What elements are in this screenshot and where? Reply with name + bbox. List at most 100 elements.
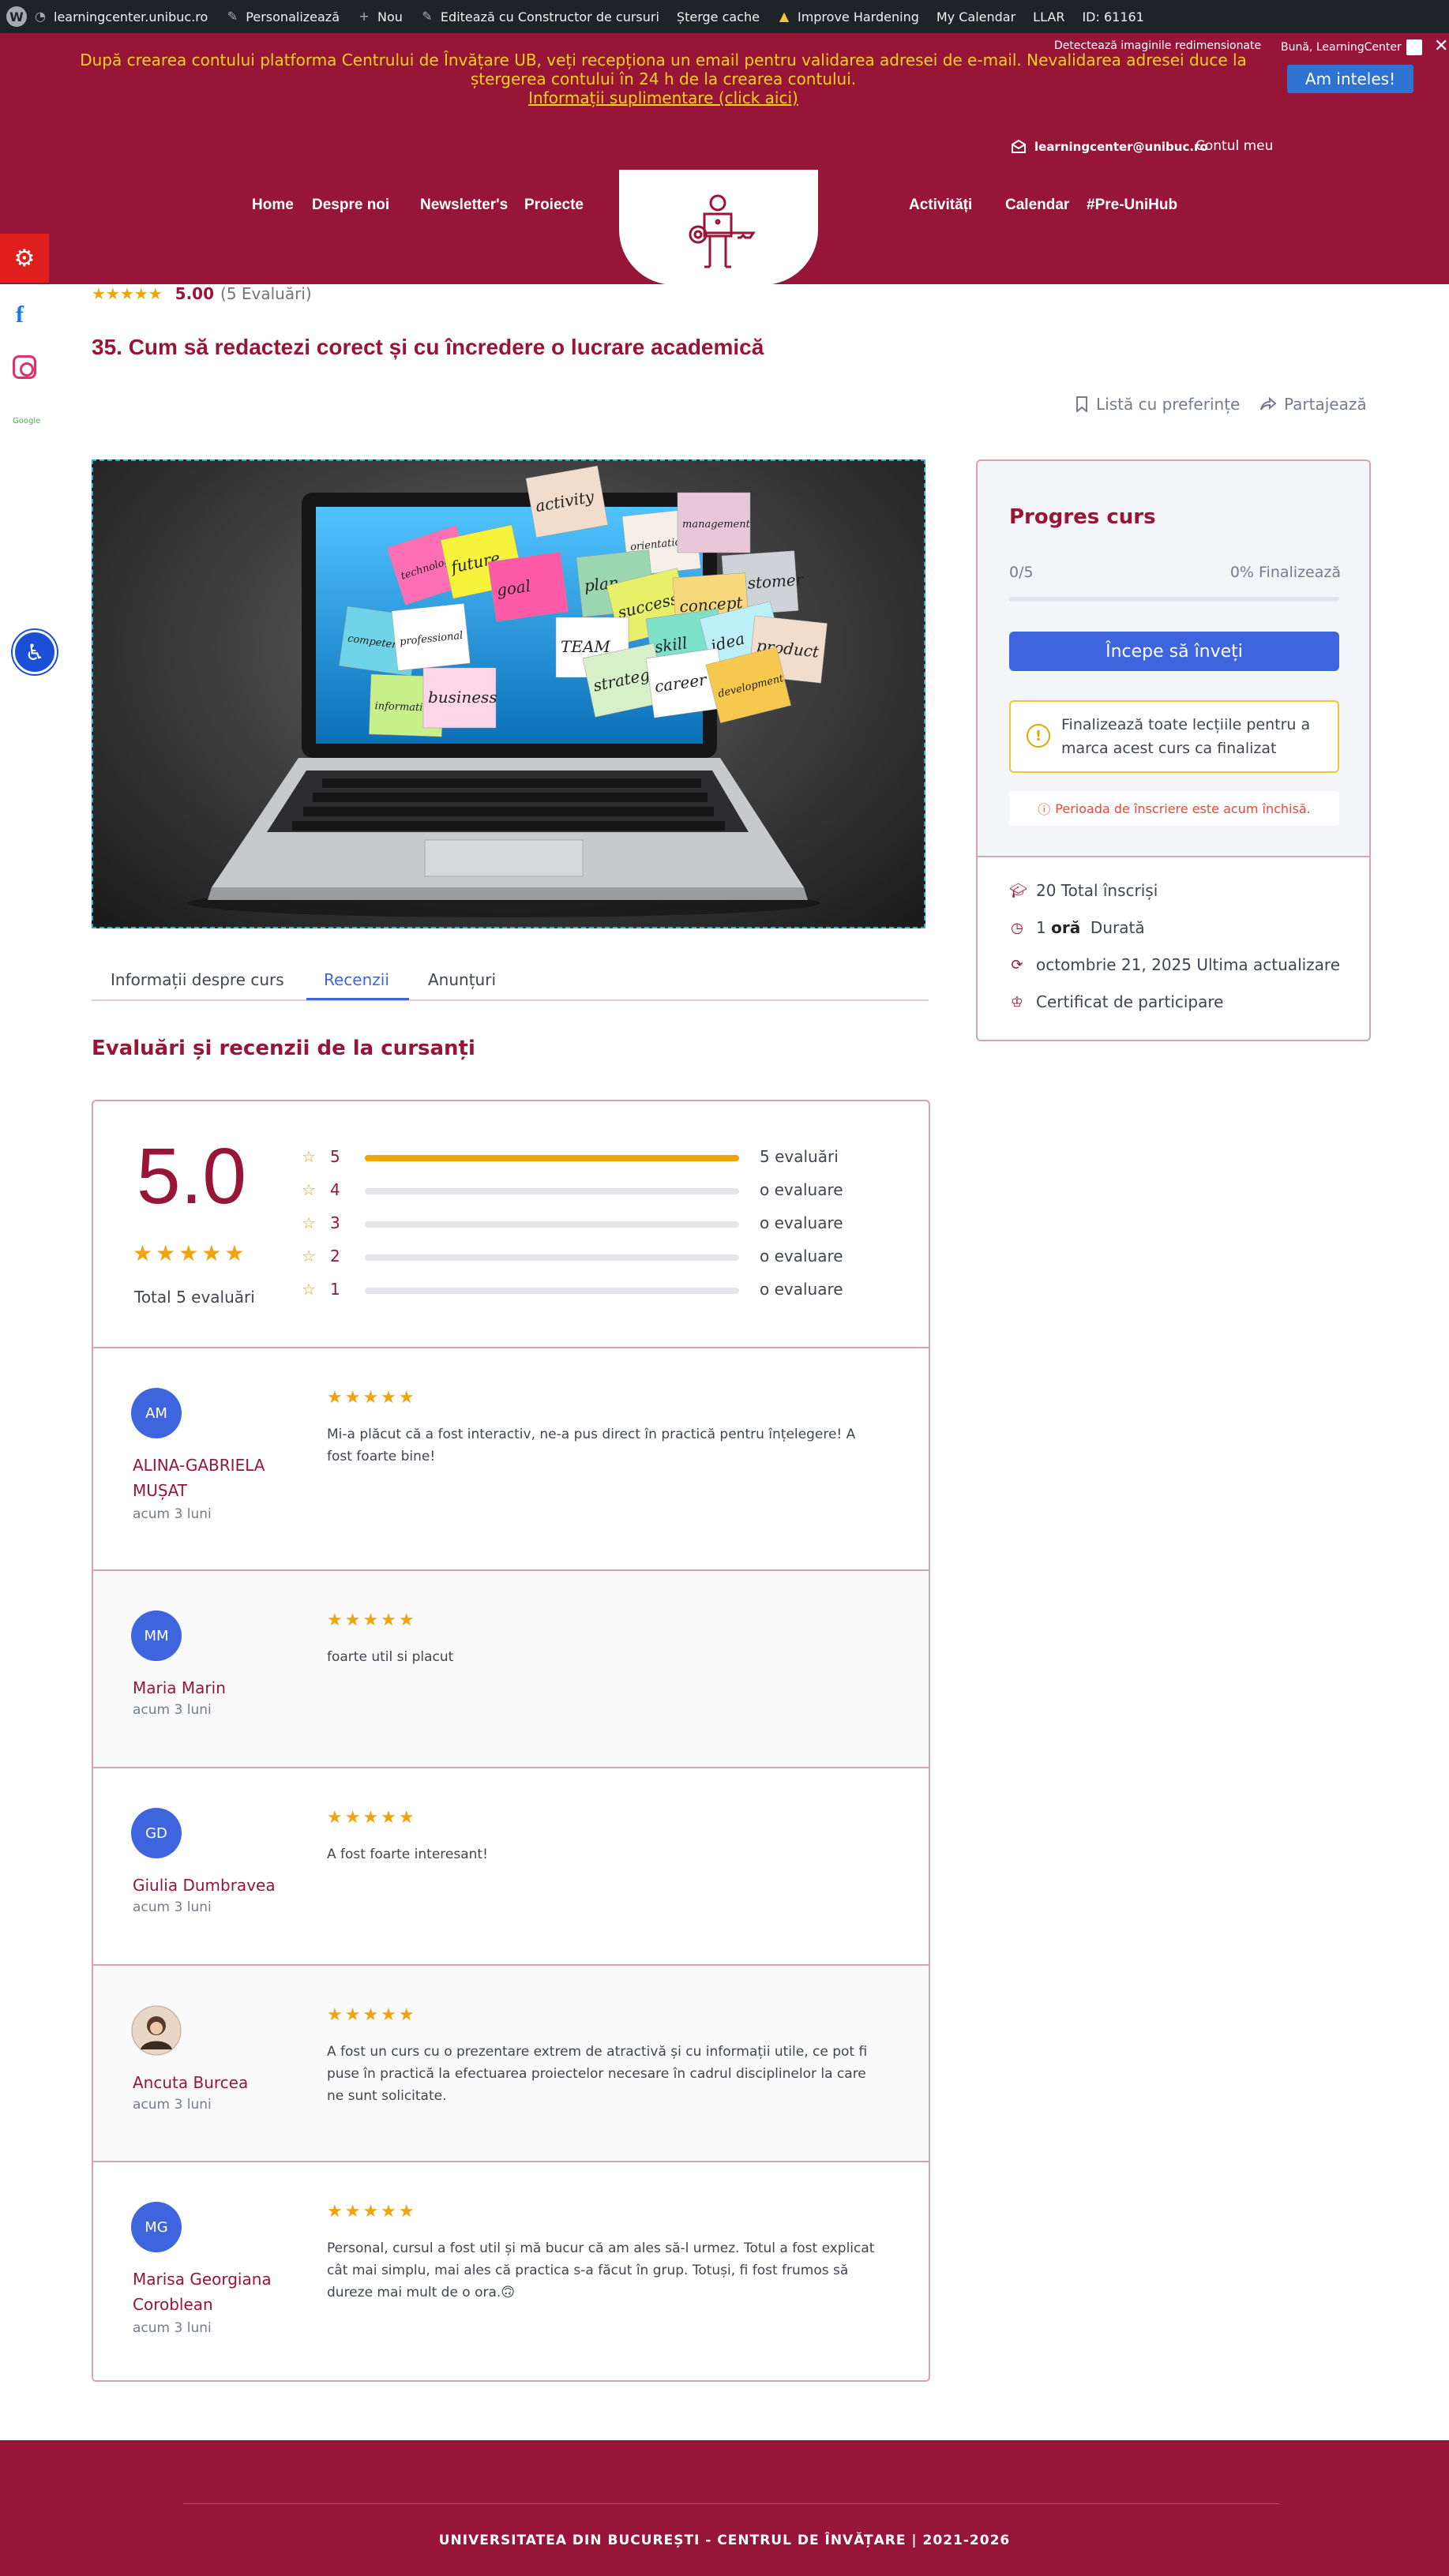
nav-pre-unihub[interactable]: #Pre-UniHub <box>1087 197 1177 214</box>
sticky-note: activity <box>525 465 609 538</box>
review-date: acum 3 luni <box>133 2097 212 2113</box>
course-rating: ★★★★★ 5.00 (5 Evaluări) <box>92 284 312 303</box>
tab-course-info[interactable]: Informații despre curs <box>111 970 284 989</box>
review-item: Ancuta Burcea acum 3 luni ★★★★★ A fost un c… <box>93 1964 929 2161</box>
close-icon[interactable]: ✕ <box>1434 36 1448 56</box>
site-footer: UNIVERSITATEA DIN BUCUREȘTI - CENTRUL DE… <box>0 2440 1449 2576</box>
sticky-note-text: business <box>428 688 497 707</box>
bookmark-icon <box>1076 396 1087 412</box>
site-header: Detectează imaginile redimensionate Bună… <box>0 33 1449 285</box>
settings-gear-icon[interactable]: ⚙ <box>0 234 49 283</box>
nav-projects[interactable]: Proiecte <box>524 197 584 214</box>
progress-title: Progres curs <box>1009 505 1156 529</box>
rating-bar-label: o evaluare <box>760 1280 843 1299</box>
review-date: acum 3 luni <box>133 1899 212 1915</box>
sticky-note: goal <box>487 551 569 622</box>
admin-calendar-link[interactable]: My Calendar <box>937 9 1015 24</box>
review-date: acum 3 luni <box>133 1702 212 1718</box>
rating-count: (5 Evaluări) <box>220 284 312 303</box>
reviewer-name[interactable]: ALINA-GABRIELA MUȘAT <box>133 1453 306 1503</box>
my-account-link[interactable]: Contul meu <box>1196 138 1273 154</box>
rating-bar-stars: 2 <box>330 1247 340 1266</box>
wordpress-logo-icon[interactable]: W <box>6 6 27 27</box>
review-item: MM Maria Marin acum 3 luni ★★★★★ foarte util… <box>93 1569 929 1767</box>
progress-bar <box>1009 597 1339 602</box>
nav-home[interactable]: Home <box>252 197 294 214</box>
accessibility-icon[interactable]: ♿ <box>13 630 57 674</box>
rating-bar-stars: 4 <box>330 1180 340 1199</box>
active-tab-indicator <box>306 998 409 1000</box>
info-icon: ⓘ <box>1038 802 1051 817</box>
review-text: A fost un curs cu o prezentare extrem de… <box>327 2044 868 2104</box>
rating-bar-track <box>365 1221 739 1228</box>
nav-about[interactable]: Despre noi <box>312 197 389 214</box>
notice-text-2: ștergerea contului în 24 h de la crearea… <box>470 69 857 88</box>
refresh-icon: ⟳ <box>1011 956 1023 973</box>
progress-percent: 0% Finalizează <box>1229 564 1341 581</box>
admin-account-menu[interactable]: Bună, LearningCenter <box>1281 39 1422 55</box>
header-email[interactable]: learningcenter@unibuc.ro <box>1011 140 1208 154</box>
learning-center-logo-icon <box>689 194 756 268</box>
admin-page-id: ID: 61161 <box>1082 9 1144 24</box>
google-link[interactable]: Google <box>13 417 40 426</box>
tab-reviews[interactable]: Recenzii <box>324 970 389 989</box>
instagram-icon[interactable] <box>13 355 36 379</box>
admin-edit-builder-link[interactable]: ✎ Editează cu Constructor de cursuri <box>420 9 659 24</box>
sticky-note-text: TEAM <box>561 637 610 656</box>
user-photo <box>131 2005 182 2056</box>
plus-icon: + <box>358 9 370 24</box>
star-outline-icon: ☆ <box>302 1280 316 1299</box>
footer-copyright: UNIVERSITATEA DIN BUCUREȘTI - CENTRUL DE… <box>438 2533 1011 2548</box>
reviewer-name[interactable]: Giulia Dumbravea <box>133 1873 306 1898</box>
tab-announcements[interactable]: Anunțuri <box>428 970 496 989</box>
total-ratings: Total 5 evaluări <box>134 1288 255 1307</box>
reviews-box: 5.0 ★★★★★ Total 5 evaluări ☆ 5 5 evaluări ☆… <box>92 1100 930 2382</box>
nav-activities[interactable]: Activități <box>909 197 972 214</box>
admin-customize-link[interactable]: ✎ Personalizează <box>225 9 340 24</box>
review-text: Personal, cursul a fost util și mă bucur… <box>327 2240 875 2300</box>
certificate-icon: ♔ <box>1010 993 1024 1011</box>
reviewer-avatar <box>131 2005 182 2056</box>
notice-more-info-link[interactable]: Informații suplimentare (click aici) <box>71 88 1256 107</box>
admin-site-link[interactable]: ◔ learningcenter.unibuc.ro <box>33 9 208 24</box>
notice-text-1: După crearea contului platforma Centrulu… <box>80 51 1247 69</box>
reviewer-name[interactable]: Marisa Georgiana Coroblean <box>133 2267 306 2317</box>
completion-warning-text: Finalizează toate lecțiile pentru a marc… <box>1061 716 1311 757</box>
reviewer-name[interactable]: Maria Marin <box>133 1675 306 1700</box>
completion-warning: ! Finalizează toate lecțiile pentru a ma… <box>1009 700 1339 773</box>
got-it-button[interactable]: Am inteles! <box>1287 65 1413 93</box>
meta-enrolled: 🎓︎ 20 Total înscriși <box>1009 881 1158 900</box>
reviewer-name[interactable]: Ancuta Burcea <box>133 2070 306 2095</box>
enrollment-closed-notice: ⓘ Perioada de înscriere este acum închisă… <box>1009 791 1339 826</box>
nav-newsletter[interactable]: Newsletter's <box>420 197 508 214</box>
account-notice: După crearea contului platforma Centrulu… <box>71 51 1256 107</box>
admin-bar: W ◔ learningcenter.unibuc.ro ✎ Personalize… <box>0 0 1449 33</box>
facebook-icon[interactable]: f <box>16 302 24 328</box>
laptop-sticky-notes-illustration: technologyfuturegoalactivityorientationm… <box>188 465 828 917</box>
rating-bar-row: ☆ 1 o evaluare <box>302 1278 902 1302</box>
rating-bar-label: o evaluare <box>760 1180 843 1199</box>
rating-bar-row: ☆ 3 o evaluare <box>302 1212 902 1236</box>
rating-bar-label: o evaluare <box>760 1247 843 1266</box>
star-outline-icon: ☆ <box>302 1180 316 1199</box>
review-text: Mi-a plăcut că a fost interactiv, ne-a p… <box>327 1427 856 1464</box>
nav-calendar[interactable]: Calendar <box>1005 197 1069 214</box>
admin-clear-cache-link[interactable]: Șterge cache <box>677 9 760 24</box>
reviewer-avatar: MM <box>131 1610 182 1661</box>
reviewer-avatar: MG <box>131 2202 182 2252</box>
meta-updated: ⟳ octombrie 21, 2025 Ultima actualizare <box>1009 955 1340 974</box>
admin-llar-link[interactable]: LLAR <box>1033 9 1064 24</box>
site-logo[interactable] <box>619 170 818 285</box>
admin-hardening-link[interactable]: ▲ Improve Hardening <box>777 9 919 24</box>
sticky-note-text: management <box>682 519 751 531</box>
admin-new-link[interactable]: + Nou <box>357 9 403 24</box>
reviewer-avatar: AM <box>131 1388 182 1438</box>
start-learning-button[interactable]: Începe să înveți <box>1009 632 1339 671</box>
footer-divider <box>183 2503 1279 2504</box>
star-outline-icon: ☆ <box>302 1247 316 1266</box>
meta-duration: ◷ 1 oră Durată <box>1009 918 1144 937</box>
warning-icon: ▲ <box>779 9 790 24</box>
wishlist-button[interactable]: Listă cu preferințe <box>1075 395 1240 414</box>
sticky-note: management <box>677 492 751 553</box>
share-button[interactable]: Partajează <box>1260 395 1367 414</box>
